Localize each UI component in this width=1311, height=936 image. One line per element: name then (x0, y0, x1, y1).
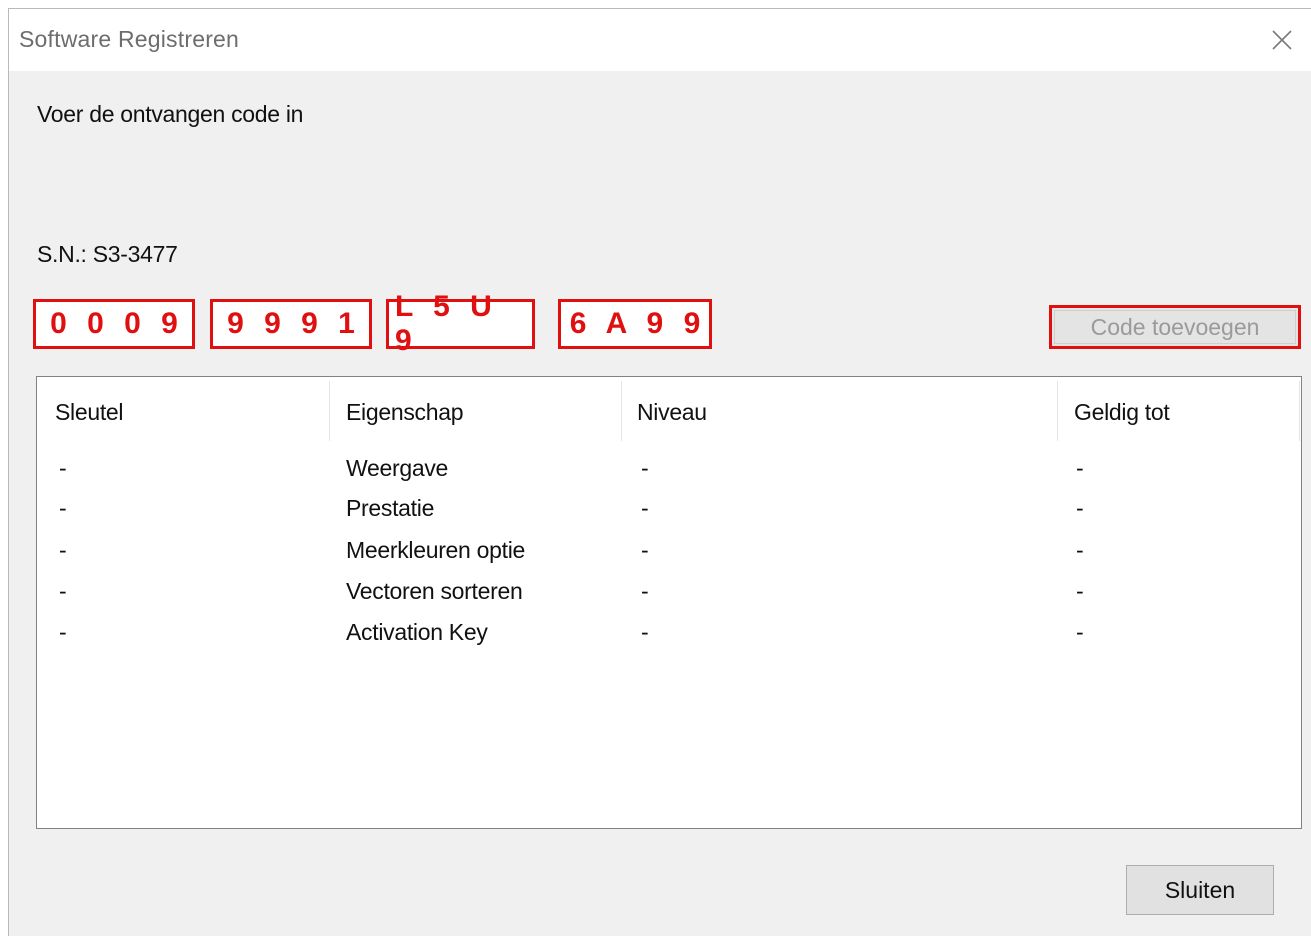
table-row[interactable]: - Activation Key - - (37, 615, 1301, 655)
column-divider[interactable] (621, 381, 622, 441)
column-divider[interactable] (1299, 381, 1300, 441)
cell-niveau: - (641, 537, 649, 563)
code-field-2[interactable]: 9 9 9 1 (210, 299, 372, 349)
column-header-eigenschap[interactable]: Eigenschap (346, 399, 464, 426)
cell-eigenschap: Vectoren sorteren (346, 578, 523, 604)
cell-geldig-tot: - (1076, 495, 1084, 521)
table-row[interactable]: - Prestatie - - (37, 491, 1301, 531)
cell-sleutel: - (59, 537, 67, 563)
cell-geldig-tot: - (1076, 619, 1084, 645)
code-field-1-value: 0 0 0 9 (50, 307, 184, 340)
cell-sleutel: - (59, 495, 67, 521)
serial-number-label: S.N.: S3-3477 (37, 241, 178, 267)
cell-eigenschap: Activation Key (346, 619, 488, 645)
title-bar[interactable]: Software Registreren (9, 9, 1311, 71)
column-header-sleutel[interactable]: Sleutel (55, 399, 124, 426)
cell-sleutel: - (59, 578, 67, 604)
license-table[interactable]: Sleutel Eigenschap Niveau Geldig tot - W… (36, 376, 1302, 829)
instruction-label: Voer de ontvangen code in (37, 101, 304, 127)
cell-geldig-tot: - (1076, 578, 1084, 604)
column-header-geldig-tot[interactable]: Geldig tot (1074, 399, 1170, 426)
close-button[interactable]: Sluiten (1126, 865, 1274, 915)
column-header-niveau[interactable]: Niveau (637, 399, 707, 426)
cell-niveau: - (641, 619, 649, 645)
cell-geldig-tot: - (1076, 455, 1084, 481)
code-field-3[interactable]: L 5 U 9 (386, 290, 535, 357)
column-divider[interactable] (329, 381, 330, 441)
cell-sleutel: - (59, 455, 67, 481)
cell-niveau: - (641, 455, 649, 481)
code-field-2-value: 9 9 9 1 (227, 307, 361, 340)
table-row[interactable]: - Vectoren sorteren - - (37, 574, 1301, 614)
cell-niveau: - (641, 578, 649, 604)
register-dialog: Software Registreren Voer de ontvangen c… (8, 8, 1311, 936)
cell-eigenschap: Meerkleuren optie (346, 537, 526, 563)
cell-eigenschap: Weergave (346, 455, 449, 481)
cell-sleutel: - (59, 619, 67, 645)
cell-niveau: - (641, 495, 649, 521)
add-code-button[interactable]: Code toevoegen (1049, 305, 1301, 349)
close-icon (1272, 30, 1292, 50)
table-row[interactable]: - Weergave - - (37, 451, 1301, 491)
window-title: Software Registreren (19, 26, 240, 52)
code-field-3-value: L 5 U 9 (395, 290, 498, 357)
code-field-4-value: 6 A 9 9 (569, 307, 707, 340)
cell-eigenschap: Prestatie (346, 495, 435, 521)
code-field-1[interactable]: 0 0 0 9 (33, 299, 195, 349)
table-header: Sleutel Eigenschap Niveau Geldig tot (37, 377, 1301, 443)
table-row[interactable]: - Meerkleuren optie - - (37, 533, 1301, 573)
close-window-button[interactable] (1253, 9, 1311, 71)
cell-geldig-tot: - (1076, 537, 1084, 563)
code-field-4[interactable]: 6 A 9 9 (558, 299, 712, 349)
close-button-label: Sluiten (1164, 876, 1236, 903)
column-divider[interactable] (1057, 381, 1058, 441)
